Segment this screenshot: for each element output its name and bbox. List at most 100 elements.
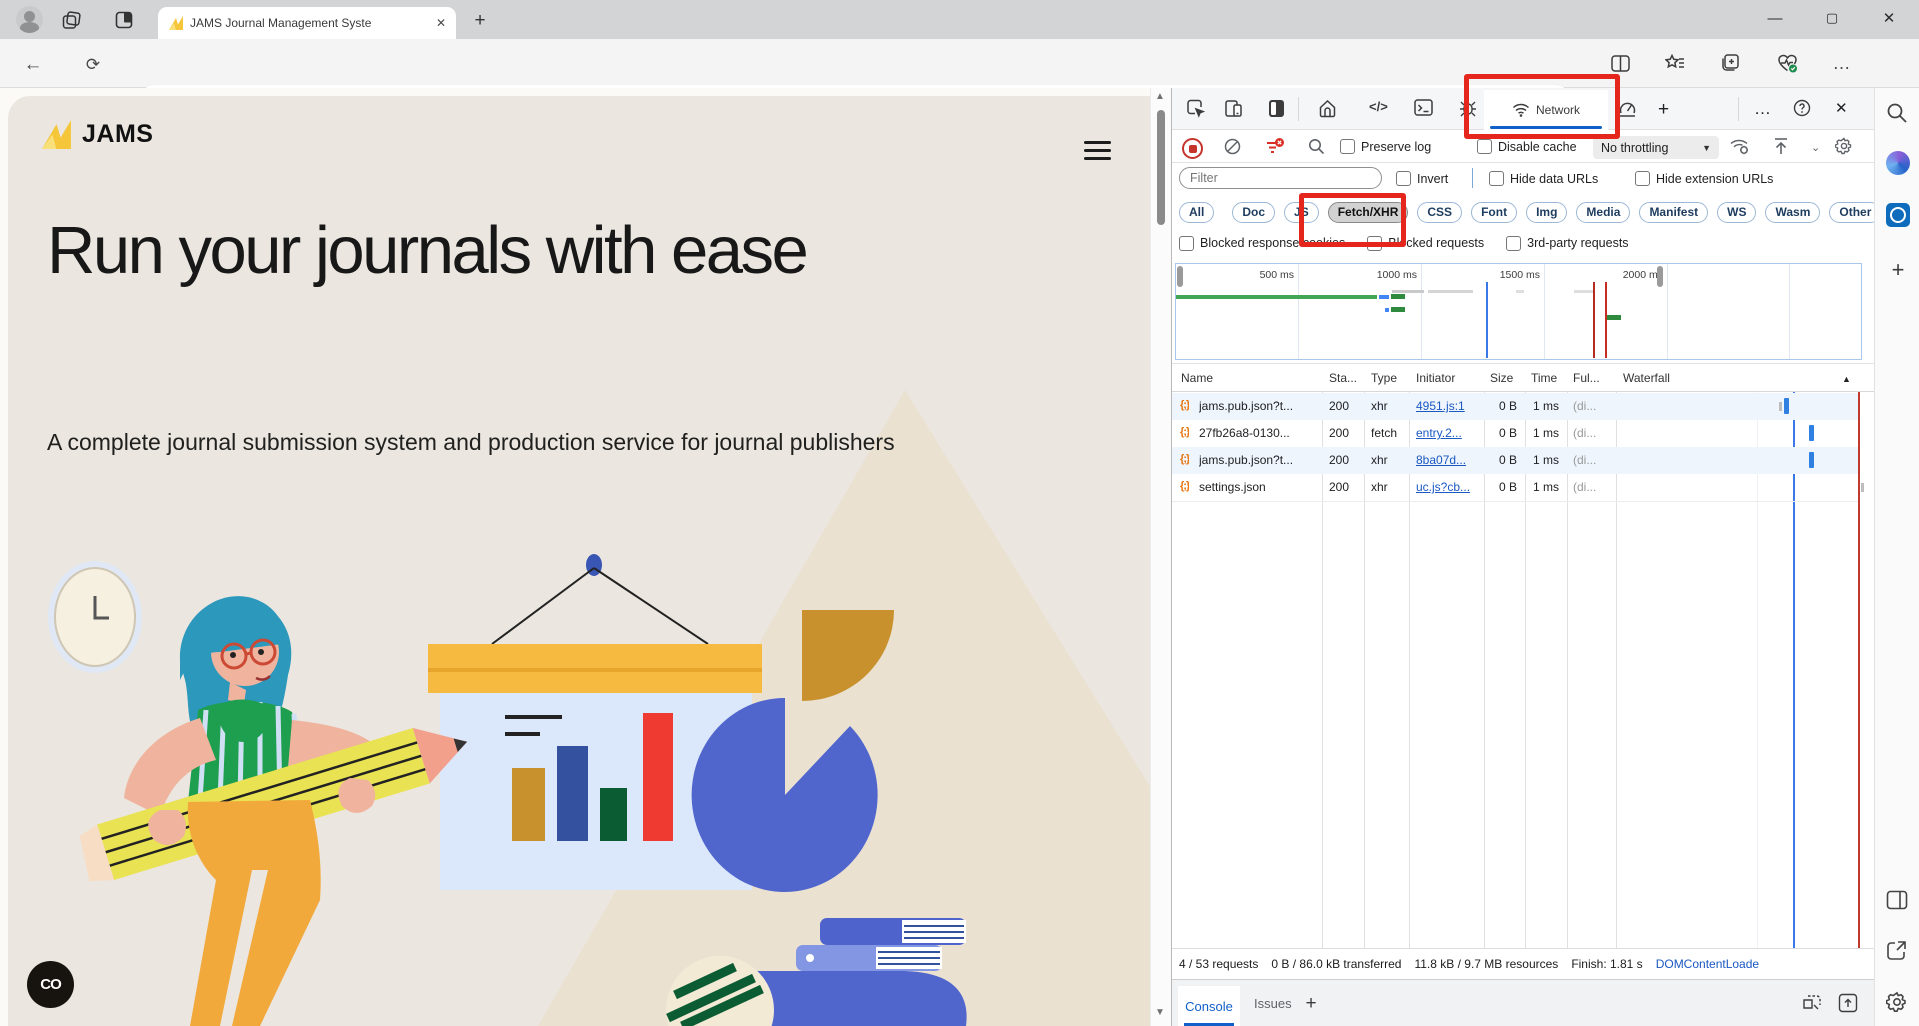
browser-tab[interactable]: JAMS Journal Management Syste ✕ xyxy=(158,7,456,39)
disable-cache-checkbox[interactable]: Disable cache xyxy=(1477,139,1577,154)
hamburger-menu-icon[interactable] xyxy=(1084,136,1111,165)
request-name[interactable]: jams.pub.json?t... xyxy=(1199,399,1319,413)
drawer-tab-console[interactable]: Console xyxy=(1178,986,1240,1026)
third-party-requests-checkbox[interactable]: 3rd-party requests xyxy=(1506,236,1628,251)
blocked-requests-box[interactable] xyxy=(1367,236,1382,251)
sidebar-panel-icon[interactable] xyxy=(1886,890,1910,914)
filter-funnel-icon[interactable] xyxy=(1265,138,1285,156)
request-name[interactable]: jams.pub.json?t... xyxy=(1199,453,1319,467)
tab-close-icon[interactable]: ✕ xyxy=(436,17,446,29)
record-network-log-icon[interactable] xyxy=(1182,138,1203,159)
tab-actions-icon[interactable] xyxy=(113,9,135,31)
waterfall-bar[interactable] xyxy=(1809,452,1814,468)
filter-chip-img[interactable]: Img xyxy=(1526,202,1567,223)
header-status[interactable]: Sta... xyxy=(1329,371,1357,385)
hide-extension-urls-checkbox-box[interactable] xyxy=(1635,171,1650,186)
filter-chip-doc[interactable]: Doc xyxy=(1232,202,1275,223)
filter-chip-ws[interactable]: WS xyxy=(1717,202,1756,223)
header-initiator[interactable]: Initiator xyxy=(1416,371,1455,385)
timeline-left-gripper[interactable] xyxy=(1177,266,1183,287)
devtools-help-icon[interactable] xyxy=(1793,99,1813,119)
profile-avatar[interactable] xyxy=(16,6,43,33)
drawer-add-tab-icon[interactable]: + xyxy=(1300,992,1322,1014)
network-settings-gear-icon[interactable] xyxy=(1835,137,1853,155)
settings-more-icon[interactable]: … xyxy=(1830,51,1854,75)
browser-essentials-icon[interactable] xyxy=(1775,51,1799,75)
elements-tab-icon[interactable]: </> xyxy=(1369,99,1389,119)
blocked-response-cookies-box[interactable] xyxy=(1179,236,1194,251)
filter-chip-js[interactable]: JS xyxy=(1284,202,1319,223)
scrollbar-up-arrow[interactable]: ▲ xyxy=(1155,92,1165,102)
quick-view-icon[interactable] xyxy=(1802,994,1822,1012)
sidebar-search-icon[interactable] xyxy=(1886,102,1910,126)
filter-chip-manifest[interactable]: Manifest xyxy=(1639,202,1708,223)
welcome-tab-icon[interactable] xyxy=(1318,99,1338,119)
filter-chip-wasm[interactable]: Wasm xyxy=(1765,202,1820,223)
console-tab-icon[interactable] xyxy=(1414,99,1434,119)
header-name[interactable]: Name xyxy=(1181,371,1213,385)
invert-checkbox-box[interactable] xyxy=(1396,171,1411,186)
device-emulation-icon[interactable] xyxy=(1224,99,1244,119)
window-close-button[interactable]: ✕ xyxy=(1866,0,1912,36)
devtools-more-options-icon[interactable]: … xyxy=(1754,99,1774,119)
activity-bar-icon[interactable] xyxy=(1268,99,1288,119)
request-row[interactable]: {;} 27fb26a8-0130... 200 fetch entry.2..… xyxy=(1172,420,1858,447)
expand-drawer-icon[interactable] xyxy=(1838,993,1858,1013)
request-name[interactable]: settings.json xyxy=(1199,480,1319,494)
filter-chip-all[interactable]: All xyxy=(1179,202,1214,223)
third-party-requests-box[interactable] xyxy=(1506,236,1521,251)
sidebar-open-external-icon[interactable] xyxy=(1886,940,1910,964)
throttling-select[interactable]: No throttling ▼ xyxy=(1593,136,1719,159)
sidebar-outlook-icon[interactable] xyxy=(1886,203,1910,227)
preserve-log-checkbox-box[interactable] xyxy=(1340,139,1355,154)
timeline-right-gripper[interactable] xyxy=(1657,266,1663,287)
header-time[interactable]: Time xyxy=(1531,371,1557,385)
header-size[interactable]: Size xyxy=(1490,371,1513,385)
scrollbar-thumb[interactable] xyxy=(1157,110,1165,225)
request-row[interactable]: {;} jams.pub.json?t... 200 xhr 8ba07d...… xyxy=(1172,447,1858,474)
header-full[interactable]: Ful... xyxy=(1573,371,1600,385)
header-type[interactable]: Type xyxy=(1371,371,1397,385)
scrollbar-down-arrow[interactable]: ▼ xyxy=(1155,1008,1165,1018)
drawer-tab-issues[interactable]: Issues xyxy=(1254,996,1292,1011)
sidebar-add-icon[interactable]: + xyxy=(1886,258,1910,282)
inspect-element-icon[interactable] xyxy=(1186,99,1206,119)
new-tab-button[interactable]: + xyxy=(468,9,492,31)
sidebar-m365-copilot-icon[interactable] xyxy=(1886,151,1910,175)
filter-chip-fetch-xhr[interactable]: Fetch/XHR xyxy=(1328,202,1409,223)
hide-data-urls-checkbox-box[interactable] xyxy=(1489,171,1504,186)
request-name[interactable]: 27fb26a8-0130... xyxy=(1199,426,1319,440)
waterfall-bar[interactable] xyxy=(1809,425,1814,441)
disable-cache-checkbox-box[interactable] xyxy=(1477,139,1492,154)
waterfall-bar[interactable] xyxy=(1784,398,1789,414)
favorites-bar-icon[interactable] xyxy=(1663,51,1687,75)
window-minimize-button[interactable]: — xyxy=(1752,0,1798,36)
refresh-button[interactable]: ⟳ xyxy=(80,51,106,77)
preserve-log-checkbox[interactable]: Preserve log xyxy=(1340,139,1431,154)
hide-data-urls-checkbox[interactable]: Hide data URLs xyxy=(1489,171,1598,186)
filter-input[interactable] xyxy=(1179,167,1382,189)
window-maximize-button[interactable]: ▢ xyxy=(1809,0,1855,36)
network-overview-timeline[interactable]: 500 ms 1000 ms 1500 ms 2000 ms xyxy=(1175,263,1862,360)
overflow-chevron-icon[interactable]: ⌄ xyxy=(1811,143,1820,154)
request-row[interactable]: {;} settings.json 200 xhr uc.js?cb... 0 … xyxy=(1172,474,1858,501)
collections-icon[interactable] xyxy=(1718,51,1742,75)
filter-chip-css[interactable]: CSS xyxy=(1417,202,1462,223)
sidebar-settings-gear-icon[interactable] xyxy=(1886,991,1910,1015)
split-screen-icon[interactable] xyxy=(1608,51,1632,75)
request-row[interactable]: {;} jams.pub.json?t... 200 xhr 4951.js:1… xyxy=(1172,393,1858,420)
clear-network-log-icon[interactable] xyxy=(1224,138,1241,155)
workspaces-icon[interactable] xyxy=(60,9,82,31)
status-dcl-link[interactable]: DOMContentLoade xyxy=(1656,957,1759,971)
accessibility-widget-button[interactable]: CO xyxy=(27,961,74,1008)
performance-tab-icon[interactable] xyxy=(1618,99,1638,119)
filter-chip-media[interactable]: Media xyxy=(1576,202,1630,223)
network-conditions-icon[interactable] xyxy=(1729,137,1751,156)
filter-chip-font[interactable]: Font xyxy=(1471,202,1517,223)
header-waterfall[interactable]: Waterfall xyxy=(1623,371,1670,385)
page-scrollbar[interactable]: ▲ ▼ xyxy=(1150,88,1171,1026)
import-har-icon[interactable] xyxy=(1773,137,1789,155)
hide-extension-urls-checkbox[interactable]: Hide extension URLs xyxy=(1635,171,1773,186)
tab-network[interactable]: Network xyxy=(1484,90,1608,130)
more-tabs-plus-icon[interactable]: + xyxy=(1658,99,1678,119)
